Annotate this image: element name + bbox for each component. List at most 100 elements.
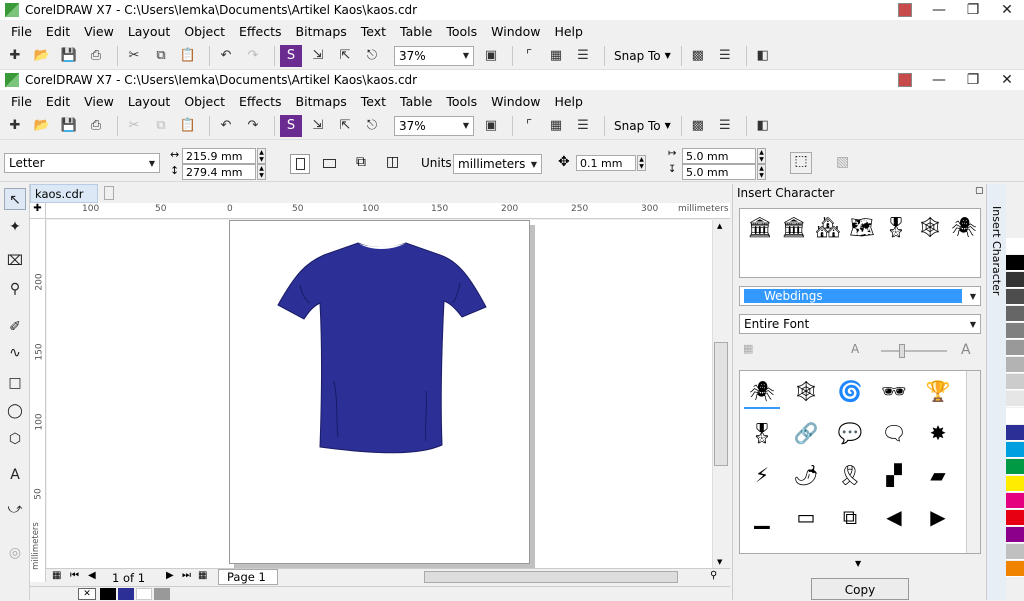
grid-icon[interactable]: ▦	[545, 115, 567, 137]
palette-swatch[interactable]	[1006, 255, 1024, 271]
maximize-icon[interactable]: ❐	[956, 2, 990, 18]
welcome-icon[interactable]: ▩	[687, 115, 709, 137]
recent-glyph[interactable]: 🕷	[946, 209, 982, 245]
scroll-down-icon[interactable]: ▼	[717, 558, 722, 566]
dup-y-spinner[interactable]: ▲ ▼	[757, 164, 766, 180]
add-page-icon[interactable]: ▦	[52, 570, 61, 581]
menu-table[interactable]: Table	[393, 24, 439, 39]
palette-swatch[interactable]	[1006, 323, 1024, 339]
glyph-cell[interactable]: ▶	[920, 499, 956, 535]
glyph-cell[interactable]: ✸	[920, 415, 956, 451]
user-icon[interactable]	[898, 73, 912, 87]
no-fill-swatch[interactable]: ✕	[78, 588, 96, 600]
glyph-cell[interactable]: 🕷	[744, 373, 780, 409]
new-icon[interactable]: ✚	[4, 115, 26, 137]
menu-file[interactable]: File	[4, 24, 39, 39]
palette-swatch[interactable]	[1006, 408, 1024, 424]
rulers-icon[interactable]: ⌜	[518, 115, 540, 137]
glyph-cell[interactable]: 🕸	[788, 373, 824, 409]
palette-swatch[interactable]	[1006, 493, 1024, 509]
corel-connect-icon[interactable]: S	[280, 114, 302, 137]
docker-close-icon[interactable]: ▢	[975, 186, 984, 196]
glyph-cell[interactable]: ▭	[788, 499, 824, 535]
undo-icon[interactable]: ↶	[215, 115, 237, 137]
maximize-icon[interactable]: ❐	[956, 72, 990, 88]
import-icon[interactable]: ⇲	[307, 115, 329, 137]
options-icon[interactable]: ☰	[714, 115, 736, 137]
zoom-pan-icon[interactable]: ⚲	[710, 570, 717, 581]
palette-swatch[interactable]	[1006, 289, 1024, 305]
treat-as-filled-icon[interactable]: ⬚	[790, 152, 812, 174]
publish-pdf-icon[interactable]: ⎋	[361, 115, 383, 137]
artistic-media-tool-icon[interactable]: ∿	[4, 342, 26, 364]
glyph-cell[interactable]: ▰	[920, 457, 956, 493]
status-swatch[interactable]	[154, 588, 170, 600]
menu-tools[interactable]: Tools	[439, 94, 484, 109]
menu-bitmaps[interactable]: Bitmaps	[289, 94, 354, 109]
recent-glyph[interactable]: 🏛	[742, 209, 778, 245]
dup-x-spinner[interactable]: ▲ ▼	[757, 148, 766, 164]
ruler-origin-icon[interactable]: ✚	[30, 203, 46, 219]
open-icon[interactable]: 📂	[31, 45, 53, 67]
horizontal-scrollbar[interactable]	[424, 571, 678, 583]
rulers-icon[interactable]: ⌜	[518, 45, 540, 67]
menu-help[interactable]: Help	[547, 94, 590, 109]
palette-swatch[interactable]	[1006, 561, 1024, 577]
menu-object[interactable]: Object	[177, 94, 232, 109]
paste-icon[interactable]: 📋	[177, 115, 199, 137]
font-select[interactable]: Webdings ▼	[739, 286, 981, 306]
duplicate-x-input[interactable]: 5.0 mm	[682, 148, 756, 164]
app-launcher-icon[interactable]: ◧	[752, 115, 774, 137]
print-icon[interactable]: ⎙	[85, 115, 107, 137]
menu-window[interactable]: Window	[484, 24, 547, 39]
rectangle-tool-icon[interactable]: □	[4, 372, 26, 394]
tshirt-drawing[interactable]	[230, 221, 531, 565]
redo-icon[interactable]: ↷	[242, 115, 264, 137]
menu-text[interactable]: Text	[354, 94, 393, 109]
menu-view[interactable]: View	[77, 94, 121, 109]
snap-to-dropdown[interactable]: Snap To	[614, 49, 661, 63]
width-spinner[interactable]: ▲ ▼	[257, 148, 266, 164]
palette-swatch[interactable]	[1006, 510, 1024, 526]
landscape-button[interactable]	[320, 154, 340, 174]
save-icon[interactable]: 💾	[58, 45, 80, 67]
menu-view[interactable]: View	[77, 24, 121, 39]
shape-tool-icon[interactable]: ✦	[4, 216, 26, 238]
welcome-icon[interactable]: ▩	[687, 45, 709, 67]
last-page-icon[interactable]: ⏭	[182, 570, 191, 581]
minimize-icon[interactable]: —	[922, 72, 956, 88]
add-page-after-icon[interactable]: ▦	[198, 570, 207, 581]
prev-page-icon[interactable]: ◀	[88, 570, 96, 581]
page-size-select[interactable]: Letter ▼	[4, 153, 160, 173]
zoom-fit-icon[interactable]: ▣	[480, 45, 502, 67]
menu-layout[interactable]: Layout	[121, 94, 178, 109]
palette-swatch[interactable]	[1006, 374, 1024, 390]
docker-chevron-icon[interactable]: ▼	[855, 559, 861, 568]
glyph-cell[interactable]: 🔗	[788, 415, 824, 451]
glyph-cell[interactable]: ◀	[876, 499, 912, 535]
zoom-tool-icon[interactable]: ⚲	[4, 278, 26, 300]
status-swatch[interactable]	[118, 588, 134, 600]
corel-connect-icon[interactable]: S	[280, 44, 302, 67]
menu-text[interactable]: Text	[354, 24, 393, 39]
palette-swatch[interactable]	[1006, 340, 1024, 356]
palette-swatch[interactable]	[1006, 357, 1024, 373]
menu-tools[interactable]: Tools	[439, 24, 484, 39]
glyph-cell[interactable]: 🌶	[788, 457, 824, 493]
snap-to-dropdown-2[interactable]: Snap To	[614, 119, 661, 133]
next-page-icon[interactable]: ▶	[166, 570, 174, 581]
palette-swatch[interactable]	[1006, 306, 1024, 322]
zoom-combo-2[interactable]: 37% ▼	[394, 115, 474, 136]
open-icon[interactable]: 📂	[31, 115, 53, 137]
glyph-cell[interactable]: ▞	[876, 457, 912, 493]
print-icon[interactable]: ⎙	[85, 45, 107, 67]
recent-glyph[interactable]: 🗺	[844, 209, 880, 245]
publish-pdf-icon[interactable]: ⎋	[361, 45, 383, 67]
height-spinner[interactable]: ▲ ▼	[257, 164, 266, 180]
user-icon[interactable]	[898, 3, 912, 17]
glyph-cell[interactable]: 🌀	[832, 373, 868, 409]
page-tab[interactable]: Page 1	[218, 569, 278, 585]
recent-glyph[interactable]: 🏘	[810, 209, 846, 245]
recent-glyph[interactable]: 🕸	[912, 209, 948, 245]
palette-swatch[interactable]	[1006, 459, 1024, 475]
